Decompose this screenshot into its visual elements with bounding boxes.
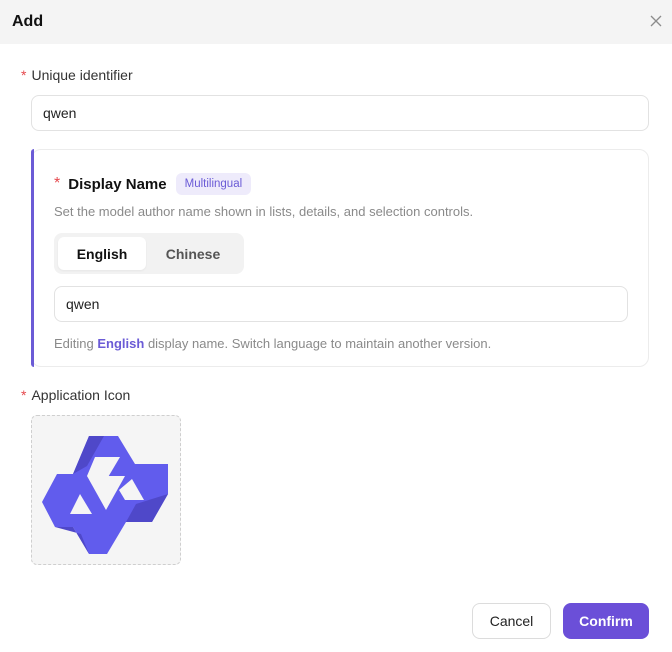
unique-identifier-label: * Unique identifier	[21, 67, 133, 83]
display-name-card: * Display Name Multilingual Set the mode…	[31, 149, 649, 367]
tab-english[interactable]: English	[58, 237, 146, 270]
unique-identifier-label-text: Unique identifier	[31, 67, 133, 83]
display-name-label: Display Name	[68, 175, 167, 193]
multilingual-badge: Multilingual	[175, 173, 252, 195]
language-tabs: English Chinese	[54, 233, 244, 274]
display-name-helper-text: Set the model author name shown in lists…	[54, 204, 474, 219]
dialog-header: Add	[0, 0, 672, 44]
footnote-prefix: Editing	[54, 336, 98, 351]
application-icon-label-text: Application Icon	[31, 387, 131, 403]
close-button[interactable]	[646, 11, 666, 31]
footnote-suffix: display name. Switch language to maintai…	[144, 336, 492, 351]
display-name-label-row: * Display Name Multilingual	[54, 173, 252, 195]
dialog-title: Add	[12, 13, 44, 30]
display-name-footnote: Editing English display name. Switch lan…	[54, 336, 491, 351]
unique-identifier-input[interactable]	[31, 95, 649, 131]
required-mark: *	[54, 175, 61, 192]
qwen-logo-icon	[42, 436, 168, 554]
required-mark: *	[21, 387, 27, 403]
application-icon-upload[interactable]	[31, 415, 181, 565]
application-icon-label: * Application Icon	[21, 387, 130, 403]
required-mark: *	[21, 67, 27, 83]
tab-chinese[interactable]: Chinese	[146, 237, 240, 270]
close-icon	[650, 15, 662, 27]
cancel-button[interactable]: Cancel	[472, 603, 551, 639]
confirm-button[interactable]: Confirm	[563, 603, 649, 639]
footnote-language: English	[97, 336, 145, 351]
display-name-input[interactable]	[54, 286, 628, 322]
